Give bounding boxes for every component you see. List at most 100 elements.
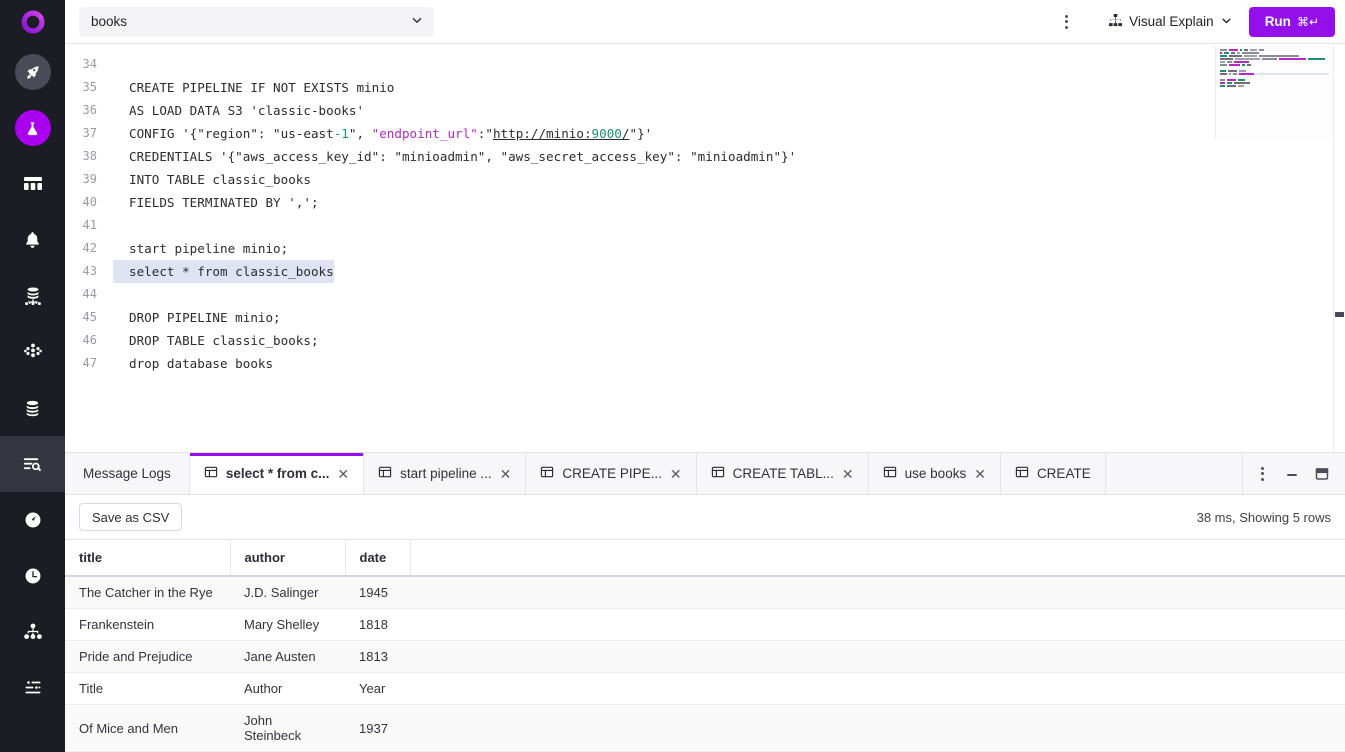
sidebar-item-sql-editor[interactable] (0, 436, 65, 492)
message-logs-tab[interactable]: Message Logs (65, 453, 190, 494)
minimap-token (1239, 73, 1255, 75)
minimap-token (1234, 58, 1260, 60)
editor-scrollbar-thumb[interactable] (1335, 312, 1344, 317)
result-tab[interactable]: start pipeline ... ✕ (364, 453, 527, 494)
close-icon[interactable]: ✕ (500, 467, 512, 481)
sql-editor[interactable]: 34 35 CREATE PIPELINE IF NOT EXISTS minio 3… (65, 44, 1345, 452)
table-row[interactable]: The Catcher in the Rye J.D. Salinger 1945 (65, 576, 1345, 609)
column-header[interactable]: title (65, 539, 231, 577)
minimap-line (1220, 76, 1329, 78)
gauge-icon (23, 510, 43, 530)
result-tab[interactable]: CREATE TABL... ✕ (696, 453, 869, 494)
minimap-token (1237, 85, 1244, 87)
sidebar-item-history[interactable] (0, 548, 65, 604)
line-text[interactable]: AS LOAD DATA S3 'classic-books' (113, 99, 364, 122)
database-selector[interactable]: books (79, 6, 434, 37)
minimap-token (1232, 73, 1238, 75)
sidebar-item-topology[interactable] (0, 604, 65, 660)
more-vertical-icon[interactable] (1052, 8, 1080, 36)
singlestore-logo-icon[interactable] (0, 0, 65, 44)
result-stats: 38 ms, Showing 5 rows (1196, 509, 1331, 525)
minimap-token (1226, 82, 1233, 84)
maximize-panel-icon[interactable] (1309, 461, 1335, 487)
table-grid-icon (1015, 465, 1029, 482)
table-grid-icon (883, 465, 897, 482)
close-icon[interactable]: ✕ (337, 467, 349, 481)
code-line[interactable]: 35 CREATE PIPELINE IF NOT EXISTS minio (65, 76, 1345, 99)
sidebar-item-cluster[interactable] (0, 268, 65, 324)
minimap-token (1261, 58, 1277, 60)
code-lines[interactable]: 34 35 CREATE PIPELINE IF NOT EXISTS minio 3… (65, 44, 1345, 375)
result-tab-label: CREATE TABL... (732, 466, 834, 481)
sidebar-item-performance[interactable] (0, 492, 65, 548)
sidebar-item-notebooks[interactable] (0, 100, 65, 156)
minimap-token (1220, 70, 1226, 72)
minimize-icon[interactable] (1279, 461, 1305, 487)
line-text[interactable]: DROP PIPELINE minio; (113, 306, 281, 329)
line-text[interactable]: FIELDS TERMINATED BY ','; (113, 191, 319, 214)
code-line[interactable]: 42 start pipeline minio; (65, 237, 1345, 260)
close-icon[interactable]: ✕ (670, 467, 682, 481)
visual-explain-button[interactable]: Visual Explain (1108, 13, 1233, 31)
code-line[interactable]: 47 drop database books (65, 352, 1345, 375)
minimap-token (1234, 61, 1250, 63)
code-line[interactable]: 43 select * from classic_books (65, 260, 1345, 283)
result-tab[interactable]: CREATE (1000, 453, 1106, 494)
close-icon[interactable]: ✕ (974, 467, 986, 481)
code-line[interactable]: 39 INTO TABLE classic_books (65, 168, 1345, 191)
sidebar-item-settings[interactable] (0, 660, 65, 716)
code-line[interactable]: 37 CONFIG '{"region": "us-east-1", "endpo… (65, 122, 1345, 145)
code-line[interactable]: 40 FIELDS TERMINATED BY ','; (65, 191, 1345, 214)
table-row[interactable]: Frankenstein Mary Shelley 1818 (65, 608, 1345, 641)
table-row[interactable]: Of Mice and Men John Steinbeck 1937 (65, 704, 1345, 752)
column-header[interactable]: author (230, 539, 346, 577)
minimap-token (1308, 58, 1325, 60)
line-text[interactable]: start pipeline minio; (113, 237, 288, 260)
sidebar-item-deployments[interactable] (0, 44, 65, 100)
table-grid-icon (378, 465, 392, 482)
top-toolbar: books Visual Explain Run ⌘↵ (65, 0, 1345, 44)
sidebar-item-databases[interactable] (0, 380, 65, 436)
line-number: 43 (82, 264, 97, 278)
line-text[interactable]: CONFIG '{"region": "us-east-1", "endpoin… (113, 122, 652, 145)
run-button-label: Run (1264, 14, 1291, 29)
minimap-line (1220, 61, 1329, 63)
line-text[interactable]: DROP TABLE classic_books; (113, 329, 319, 352)
close-icon[interactable]: ✕ (842, 467, 854, 481)
column-header-spacer (410, 539, 1345, 577)
sidebar-item-dashboard[interactable] (0, 156, 65, 212)
table-row[interactable]: Pride and Prejudice Jane Austen 1813 (65, 640, 1345, 673)
database-stack-icon (22, 398, 43, 419)
result-tab[interactable]: select * from c... ✕ (189, 453, 365, 494)
sidebar-item-nodes[interactable] (0, 324, 65, 380)
code-line[interactable]: 44 (65, 283, 1345, 306)
sitemap-icon (22, 621, 44, 643)
result-tabs[interactable]: select * from c... ✕ start pipeline ... ✕ CR… (189, 453, 1242, 494)
database-selector-value: books (91, 14, 128, 29)
table-cell-spacer (410, 672, 1345, 705)
line-text[interactable]: CREATE PIPELINE IF NOT EXISTS minio (113, 76, 394, 99)
table-row[interactable]: Title Author Year (65, 672, 1345, 705)
column-header[interactable]: date (345, 539, 411, 577)
sidebar-item-alerts[interactable] (0, 212, 65, 268)
result-tab[interactable]: use books ✕ (868, 453, 1001, 494)
code-line[interactable]: 34 (65, 53, 1345, 76)
code-line[interactable]: 45 DROP PIPELINE minio; (65, 306, 1345, 329)
minimap-line (1220, 79, 1329, 81)
line-text[interactable]: select * from classic_books (113, 260, 334, 283)
code-line[interactable]: 46 DROP TABLE classic_books; (65, 329, 1345, 352)
run-button[interactable]: Run ⌘↵ (1248, 6, 1335, 37)
code-line[interactable]: 38 CREDENTIALS '{"aws_access_key_id": "mi… (65, 145, 1345, 168)
save-as-csv-button[interactable]: Save as CSV (79, 503, 183, 531)
minimap-token (1220, 55, 1227, 57)
more-vertical-icon[interactable] (1249, 461, 1275, 487)
line-text[interactable]: CREDENTIALS '{"aws_access_key_id": "mini… (113, 145, 796, 168)
code-minimap[interactable] (1215, 46, 1333, 140)
result-tab[interactable]: CREATE PIPE... ✕ (526, 453, 697, 494)
code-line[interactable]: 41 (65, 214, 1345, 237)
line-text[interactable]: drop database books (113, 352, 273, 375)
editor-vertical-scrollbar[interactable] (1333, 44, 1345, 452)
table-cell-spacer (410, 576, 1345, 609)
line-text[interactable]: INTO TABLE classic_books (113, 168, 311, 191)
code-line[interactable]: 36 AS LOAD DATA S3 'classic-books' (65, 99, 1345, 122)
